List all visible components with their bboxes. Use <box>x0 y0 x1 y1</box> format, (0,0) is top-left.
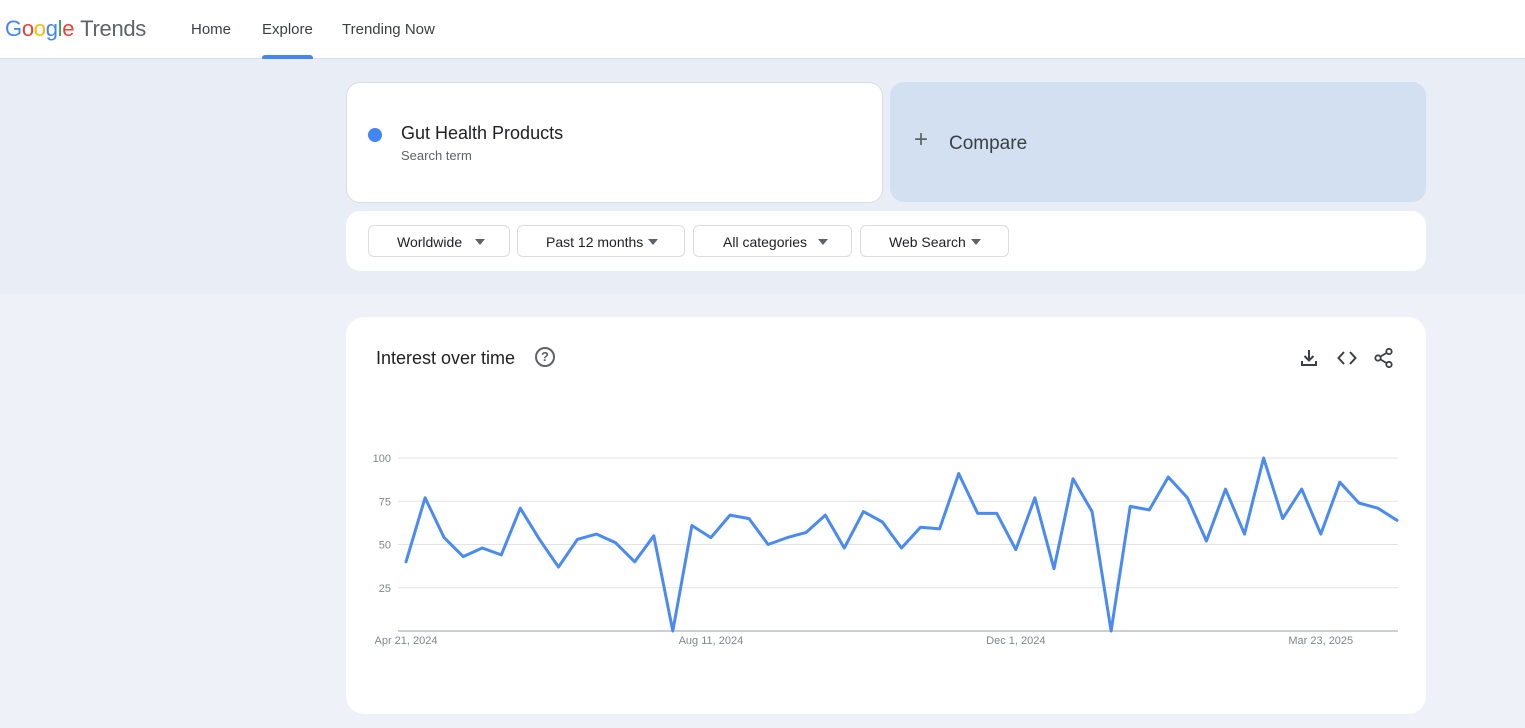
data-point[interactable] <box>1014 548 1018 551</box>
top-bar: Google Trends Home Explore Trending Now <box>0 0 1525 59</box>
data-point[interactable] <box>785 536 789 539</box>
data-point[interactable] <box>614 541 617 544</box>
dropdown-arrow-icon <box>971 239 981 245</box>
search-term-type: Search term <box>401 148 472 163</box>
data-point[interactable] <box>843 546 846 550</box>
data-point[interactable] <box>805 531 808 534</box>
compare-label: Compare <box>949 133 1028 154</box>
data-point[interactable] <box>576 538 579 541</box>
data-point[interactable] <box>1033 496 1037 499</box>
data-point[interactable] <box>900 546 903 550</box>
data-point[interactable] <box>1052 567 1056 570</box>
interest-line-chart: 25 50 75 100 Apr 21, 2024 Aug 11, 2024 Dec 1,… <box>373 453 1399 647</box>
data-point[interactable] <box>1281 517 1284 520</box>
data-point[interactable] <box>747 517 751 520</box>
data-point[interactable] <box>709 536 713 539</box>
data-point[interactable] <box>423 496 427 499</box>
data-point[interactable] <box>1071 477 1075 480</box>
data-point[interactable] <box>557 565 560 569</box>
data-point[interactable] <box>1300 487 1303 491</box>
nav-trending-now[interactable]: Trending Now <box>342 21 435 38</box>
logo-letter: e <box>62 16 75 41</box>
logo-letter: o <box>21 16 34 41</box>
filter-label: All categories <box>723 234 808 250</box>
data-point[interactable] <box>1243 532 1246 536</box>
data-point[interactable] <box>652 534 655 538</box>
plus-icon: + <box>914 126 929 153</box>
y-tick-label: 75 <box>379 496 391 508</box>
google-trends-logo[interactable]: Google Trends <box>5 16 146 42</box>
logo-letter: G <box>5 16 22 41</box>
filter-search-type[interactable]: Web Search <box>860 225 1009 257</box>
y-tick-label: 25 <box>379 583 391 595</box>
data-point[interactable] <box>938 527 941 531</box>
nav-explore[interactable]: Explore <box>262 21 313 38</box>
dropdown-arrow-icon <box>818 239 828 245</box>
data-point[interactable] <box>1338 481 1342 484</box>
x-tick-label: Aug 11, 2024 <box>679 635 744 647</box>
data-point[interactable] <box>1376 506 1380 510</box>
filter-label: Worldwide <box>397 234 463 250</box>
filter-region[interactable]: Worldwide <box>368 225 510 257</box>
compare-button[interactable]: + Compare <box>890 82 1426 202</box>
data-point[interactable] <box>404 560 408 563</box>
data-point[interactable] <box>1148 508 1151 512</box>
data-point[interactable] <box>824 513 827 517</box>
data-point[interactable] <box>1319 532 1322 536</box>
dropdown-arrow-icon <box>648 239 658 245</box>
data-point[interactable] <box>461 555 465 558</box>
filter-category[interactable]: All categories <box>693 225 852 257</box>
data-point[interactable] <box>976 512 979 515</box>
data-point[interactable] <box>995 512 998 515</box>
data-point[interactable] <box>1186 496 1189 499</box>
data-point[interactable] <box>442 536 446 539</box>
y-axis-ticks: 25 50 75 100 <box>373 453 391 595</box>
search-term-name[interactable]: Gut Health Products <box>401 123 563 144</box>
logo-letter: g <box>45 16 58 41</box>
interest-over-time-card: Interest over time ? 25 50 75 100 Apr 21, 2… <box>346 317 1426 714</box>
y-tick-label: 100 <box>373 453 391 465</box>
data-point[interactable] <box>1224 487 1227 491</box>
filter-label: Past 12 months <box>546 234 644 250</box>
data-point[interactable] <box>1205 539 1208 543</box>
filter-label: Web Search <box>889 234 966 250</box>
filter-time-range[interactable]: Past 12 months <box>517 225 685 257</box>
data-point[interactable] <box>862 510 865 513</box>
data-point[interactable] <box>919 526 922 529</box>
data-point[interactable] <box>1262 456 1265 460</box>
x-axis-ticks: Apr 21, 2024 Aug 11, 2024 Dec 1, 2024 Mar 2… <box>375 635 1354 647</box>
dropdown-arrow-icon <box>475 239 485 245</box>
term-color-dot <box>368 128 382 142</box>
x-tick-label: Mar 23, 2025 <box>1288 635 1353 647</box>
data-point[interactable] <box>957 472 960 475</box>
logo-trends-text: Trends <box>80 16 147 41</box>
data-point[interactable] <box>1109 629 1113 633</box>
y-tick-label: 50 <box>379 540 391 552</box>
data-point[interactable] <box>633 560 636 563</box>
data-point[interactable] <box>538 538 541 541</box>
data-point[interactable] <box>1395 519 1399 522</box>
data-point[interactable] <box>766 543 770 546</box>
logo-letter: o <box>33 16 46 41</box>
data-point[interactable] <box>1167 475 1170 479</box>
search-term-card[interactable]: Gut Health Products Search term <box>346 82 883 203</box>
data-point[interactable] <box>1357 501 1361 505</box>
data-point[interactable] <box>481 546 484 550</box>
data-point[interactable] <box>500 553 503 557</box>
data-point[interactable] <box>881 520 884 524</box>
x-tick-label: Apr 21, 2024 <box>375 635 438 647</box>
x-tick-label: Dec 1, 2024 <box>986 635 1045 647</box>
data-point[interactable] <box>595 532 598 536</box>
data-point[interactable] <box>690 524 694 527</box>
data-point[interactable] <box>1090 510 1094 513</box>
data-point[interactable] <box>671 629 675 633</box>
data-point[interactable] <box>1128 505 1132 508</box>
data-point[interactable] <box>519 506 522 510</box>
nav-home[interactable]: Home <box>191 21 231 38</box>
data-point[interactable] <box>728 513 732 517</box>
filter-bar: Worldwide Past 12 months All categories … <box>346 211 1426 271</box>
